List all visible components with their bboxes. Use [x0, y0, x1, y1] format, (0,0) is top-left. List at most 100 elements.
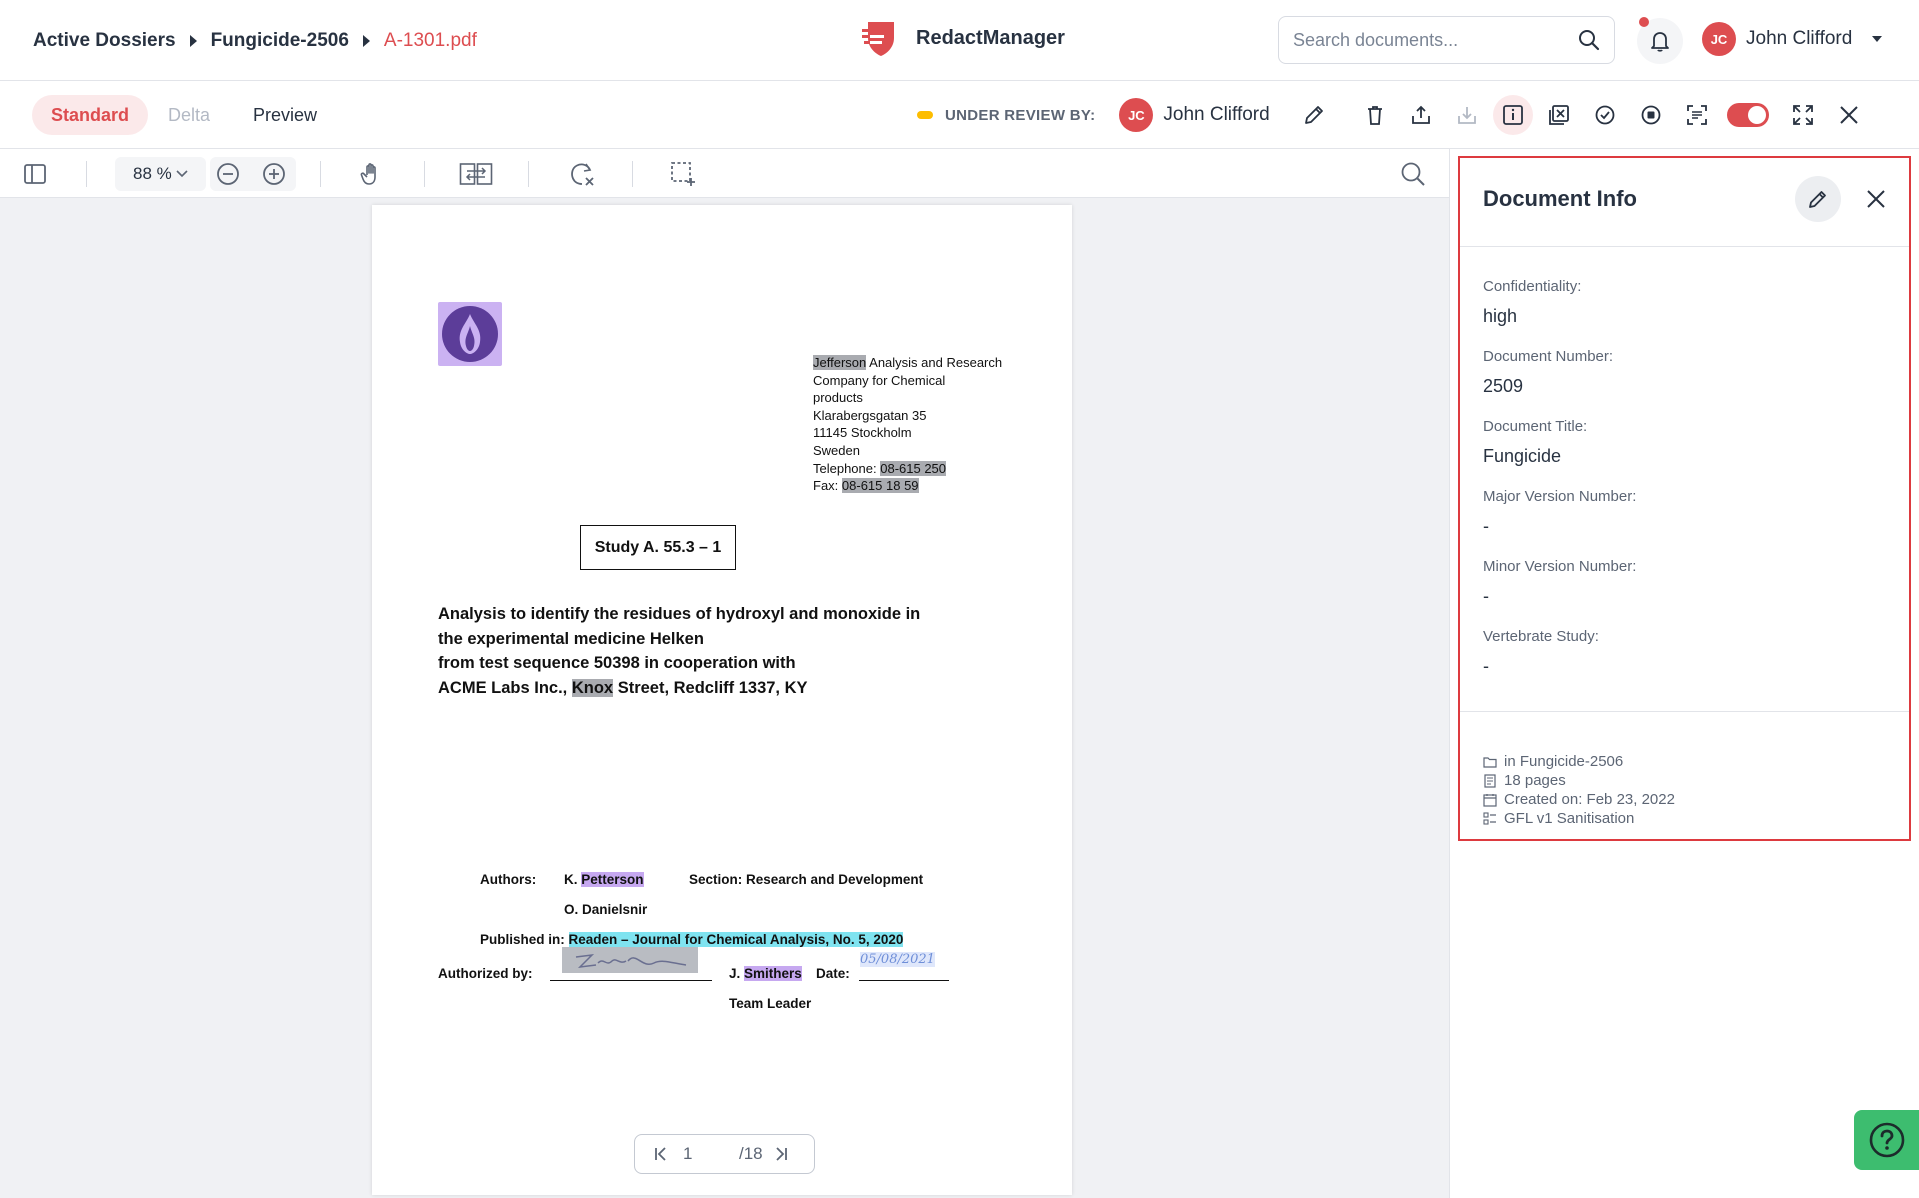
search-box[interactable] — [1278, 16, 1615, 64]
tab-delta: Delta — [168, 105, 211, 125]
export-button[interactable] — [1401, 95, 1441, 135]
clear-rotation-button[interactable] — [565, 157, 599, 191]
search-input[interactable] — [1293, 29, 1578, 51]
field-document-number: Document Number: 2509 — [1483, 348, 1613, 397]
tab-preview[interactable]: Preview — [234, 95, 336, 135]
signature-redaction[interactable] — [562, 947, 698, 973]
field-minor-version: Minor Version Number: - — [1483, 558, 1636, 607]
study-number: Study A. 55.3 – 1 — [580, 525, 736, 570]
toggle-switch[interactable] — [1727, 103, 1769, 127]
reviewer[interactable]: JC John Clifford — [1119, 98, 1270, 132]
delete-button[interactable] — [1355, 95, 1395, 135]
template-icon — [1483, 811, 1496, 825]
hint-annotation[interactable]: Smithers — [744, 966, 802, 981]
author-1: K. Petterson — [564, 872, 644, 887]
hint-annotation[interactable]: Petterson — [581, 872, 644, 887]
field-major-version: Major Version Number: - — [1483, 488, 1636, 537]
brand[interactable]: RedactManager — [860, 18, 1065, 58]
company-address: Jefferson Analysis and Research Company f… — [813, 354, 1002, 495]
redaction-annotation[interactable]: Jefferson — [813, 355, 867, 370]
thumbnails-toggle-button[interactable] — [18, 157, 52, 191]
area-select-button[interactable] — [666, 157, 700, 191]
compare-button[interactable] — [459, 157, 493, 191]
meta-dossier: in Fungicide-2506 — [1483, 752, 1675, 771]
download-button — [1447, 95, 1487, 135]
recommendation-annotation[interactable]: Readen – Journal for Chemical Analysis, … — [568, 932, 904, 947]
redaction-annotation[interactable]: 08-615 18 59 — [841, 478, 919, 494]
signature-image — [575, 953, 687, 969]
toolbar-divider — [528, 161, 529, 187]
stop-icon — [1641, 105, 1661, 125]
approve-button[interactable] — [1585, 95, 1625, 135]
published-in: Published in: Readen – Journal for Chemi… — [480, 932, 904, 947]
last-page-icon[interactable] — [773, 1146, 789, 1162]
zoom-select[interactable]: 88 % — [115, 157, 206, 191]
author-initial: K. — [564, 872, 582, 887]
document-title-text: Analysis to identify the residues of hyd… — [438, 602, 998, 700]
meta-text: in Fungicide-2506 — [1504, 753, 1624, 770]
search-icon — [1401, 162, 1425, 186]
review-status: UNDER REVIEW BY: JC John Clifford — [917, 95, 1326, 135]
field-label: Document Title: — [1483, 418, 1588, 435]
stop-button[interactable] — [1631, 95, 1671, 135]
folder-icon — [1483, 756, 1497, 768]
fullscreen-button[interactable] — [1783, 95, 1823, 135]
pdf-viewer[interactable]: Jefferson Analysis and Research Company f… — [0, 198, 1449, 1198]
address-text: Company for Chemical — [813, 372, 946, 388]
field-value: - — [1483, 586, 1489, 606]
document-info-header: Document Info — [1460, 158, 1909, 247]
field-vertebrate-study: Vertebrate Study: - — [1483, 628, 1599, 677]
user-name: John Clifford — [1746, 28, 1853, 49]
breadcrumb-active-dossiers[interactable]: Active Dossiers — [33, 30, 176, 52]
meta-pages: 18 pages — [1483, 771, 1675, 790]
redaction-annotation[interactable]: 08-615 250 — [880, 460, 947, 476]
pencil-icon[interactable] — [1302, 103, 1326, 127]
notification-dot — [1639, 17, 1649, 27]
compare-icon — [459, 163, 493, 185]
date-value[interactable]: 05/08/2021 — [860, 952, 935, 967]
delete-icon — [1368, 106, 1382, 125]
document-search-button[interactable] — [1396, 157, 1430, 191]
field-label: Confidentiality: — [1483, 278, 1582, 295]
address-text: Analysis and Research — [866, 355, 1003, 370]
field-label: Minor Version Number: — [1483, 558, 1637, 575]
bell-icon — [1651, 32, 1669, 52]
authorized-label: Authorized by: — [438, 966, 533, 981]
pdf-page[interactable]: Jefferson Analysis and Research Company f… — [372, 205, 1072, 1195]
total-pages: /18 — [739, 1144, 763, 1163]
zoom-out-button[interactable] — [211, 157, 245, 191]
title-text: ACME Labs Inc., — [438, 678, 572, 697]
edit-document-info-button[interactable] — [1795, 176, 1841, 222]
address-line: Company for Chemical — [813, 372, 1002, 390]
user-menu[interactable]: JC John Clifford — [1702, 22, 1883, 56]
date-label: Date: — [816, 966, 850, 981]
zoom-in-icon — [263, 163, 285, 185]
breadcrumb-dossier[interactable]: Fungicide-2506 — [211, 30, 349, 52]
zoom-in-button[interactable] — [257, 157, 291, 191]
close-panel-button[interactable] — [1853, 176, 1899, 222]
first-page-icon[interactable] — [653, 1146, 669, 1162]
document-info-button[interactable] — [1493, 95, 1533, 135]
close-document-button[interactable] — [1829, 95, 1869, 135]
rotate-clear-icon — [571, 163, 594, 186]
address-line: products — [813, 389, 1002, 407]
reviewer-avatar: JC — [1119, 98, 1154, 132]
toolbar-divider — [632, 161, 633, 187]
reviewer-name: John Clifford — [1163, 104, 1270, 125]
panel-divider — [1460, 711, 1909, 712]
breadcrumb-separator-icon — [362, 34, 370, 47]
excluded-pages-button[interactable] — [1539, 95, 1579, 135]
fullscreen-icon — [1793, 105, 1813, 125]
tab-standard[interactable]: Standard — [32, 95, 149, 135]
pan-hand-icon — [360, 163, 376, 185]
toolbar-divider — [86, 161, 87, 187]
search-icon[interactable] — [1578, 29, 1600, 51]
help-button[interactable] — [1854, 1110, 1919, 1170]
current-page-input[interactable]: 1 — [683, 1144, 723, 1164]
chevron-down-icon — [176, 170, 188, 178]
field-label: Vertebrate Study: — [1483, 628, 1599, 645]
ocr-button[interactable] — [1677, 95, 1717, 135]
redaction-annotation[interactable]: Knox — [571, 678, 614, 697]
pan-tool-button[interactable] — [355, 157, 389, 191]
title-line: ACME Labs Inc., Knox Street, Redcliff 13… — [438, 676, 998, 701]
